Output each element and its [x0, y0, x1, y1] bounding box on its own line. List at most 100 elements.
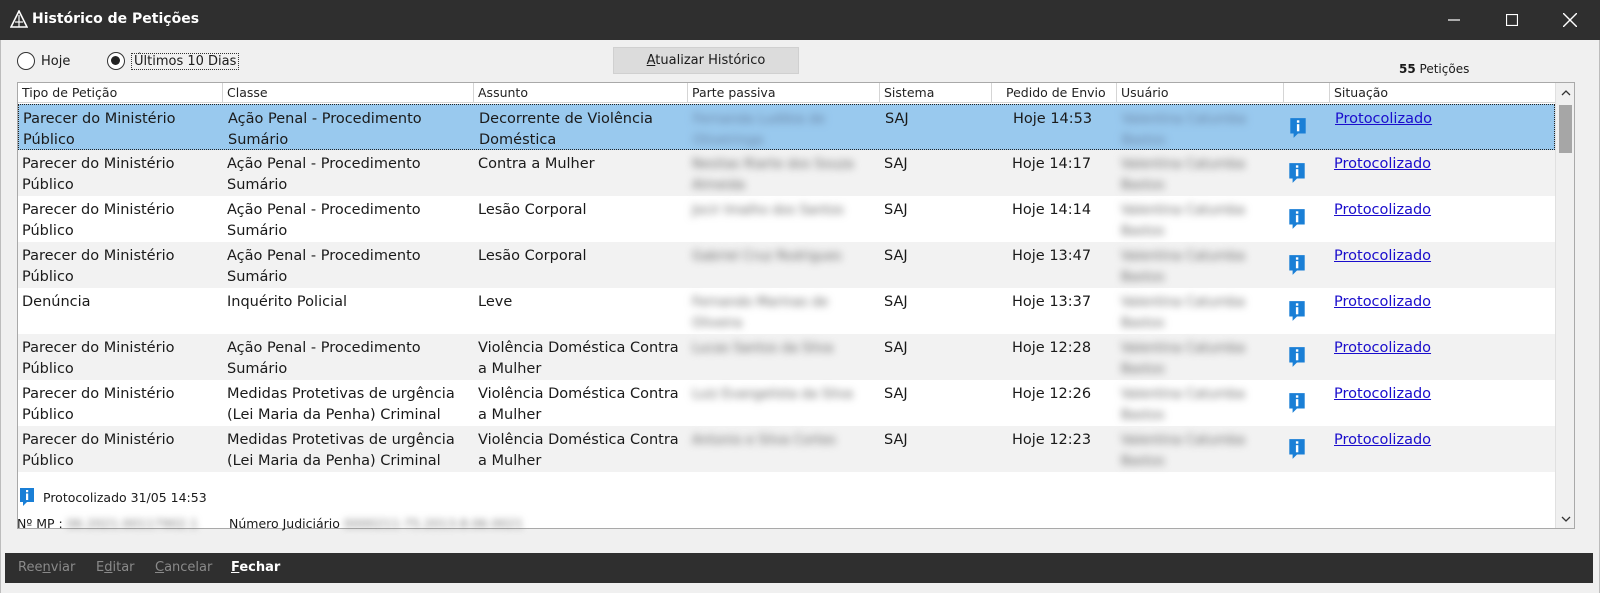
cell-tipo: Parecer do Ministério Público: [22, 432, 175, 469]
reenviar-post: viar: [50, 560, 76, 575]
editar-button[interactable]: Editar: [96, 560, 135, 575]
cell-classe: Ação Penal - Procedimento Sumário: [228, 111, 422, 148]
window-title: Histórico de Petições: [32, 11, 200, 27]
scroll-up-icon[interactable]: [1556, 83, 1574, 102]
fechar-post: echar: [239, 560, 281, 575]
col-assunto[interactable]: Assunto: [474, 83, 688, 103]
cell-tipo: Parecer do Ministério Público: [22, 202, 175, 239]
table-row[interactable]: Parecer do Ministério Público Ação Penal …: [18, 242, 1555, 288]
radio-hoje[interactable]: Hoje: [17, 52, 70, 70]
cell-parte: Fernanda Ludibia de Oliveiringa: [693, 112, 826, 148]
status-link[interactable]: Protocolizado: [1334, 294, 1431, 310]
info-icon[interactable]: [1288, 162, 1306, 184]
info-icon[interactable]: [1288, 392, 1306, 414]
cell-pedido: Hoje 12:26: [1012, 386, 1092, 402]
cell-pedido: Hoje 14:53: [1013, 111, 1093, 127]
table-row[interactable]: Parecer do Ministério Público Ação Penal …: [18, 334, 1555, 380]
status-link[interactable]: Protocolizado: [1334, 340, 1431, 356]
col-parte-passiva[interactable]: Parte passiva: [688, 83, 880, 103]
cell-pedido: Hoje 13:37: [1012, 294, 1092, 310]
cell-situacao[interactable]: Protocolizado: [1330, 154, 1555, 175]
scroll-down-icon[interactable]: [1556, 509, 1574, 528]
radio-ultimos-circle[interactable]: [107, 52, 125, 70]
minimize-icon: [1448, 19, 1460, 21]
status-link[interactable]: Protocolizado: [1334, 432, 1431, 448]
petition-count-number: 55: [1399, 62, 1416, 76]
cell-tipo: Parecer do Ministério Público: [22, 386, 175, 423]
status-link[interactable]: Protocolizado: [1335, 111, 1432, 127]
vertical-scrollbar[interactable]: [1555, 83, 1574, 528]
info-icon[interactable]: [1288, 438, 1306, 460]
cell-usuario: Valentina Catumba Bastos: [1121, 295, 1246, 331]
update-history-button[interactable]: Atualizar Histórico: [613, 47, 799, 74]
status-link[interactable]: Protocolizado: [1334, 156, 1431, 172]
cell-pedido: Hoje 13:47: [1012, 248, 1092, 264]
cell-usuario: Valentina Catumba Bastos: [1121, 157, 1246, 193]
table-row[interactable]: Parecer do Ministério Público Medidas Pro…: [18, 380, 1555, 426]
radio-hoje-circle[interactable]: [17, 52, 35, 70]
cell-tipo: Parecer do Ministério Público: [22, 340, 175, 377]
cell-tipo: Parecer do Ministério Público: [22, 248, 175, 285]
cell-classe: Ação Penal - Procedimento Sumário: [227, 248, 421, 285]
window-client: Hoje Últimos 10 Dias Atualizar Histórico…: [0, 40, 1600, 593]
cell-situacao[interactable]: Protocolizado: [1330, 246, 1555, 267]
cell-assunto: Violência Doméstica Contra a Mulher: [478, 432, 679, 469]
cancelar-button[interactable]: Cancelar: [155, 560, 212, 575]
info-icon[interactable]: [1289, 117, 1307, 139]
minimize-button[interactable]: [1425, 0, 1483, 40]
cell-classe: Ação Penal - Procedimento Sumário: [227, 156, 421, 193]
maximize-button[interactable]: [1483, 0, 1541, 40]
title-bar: Histórico de Petições: [0, 0, 1600, 40]
info-icon[interactable]: [1288, 208, 1306, 230]
info-icon[interactable]: [1288, 300, 1306, 322]
table-row[interactable]: Parecer do Ministério Público Medidas Pro…: [18, 426, 1555, 472]
cell-situacao[interactable]: Protocolizado: [1330, 430, 1555, 451]
cell-parte: Lucas Santos da Silva: [692, 341, 834, 356]
cancelar-post: ancelar: [164, 560, 213, 575]
status-link[interactable]: Protocolizado: [1334, 248, 1431, 264]
action-bar: Reenviar Editar Cancelar Fechar: [5, 553, 1593, 583]
col-usuario[interactable]: Usuário: [1117, 83, 1284, 103]
selected-status: Protocolizado 31/05 14:53: [19, 487, 207, 507]
cell-usuario: Valentina Catumba Bastos: [1121, 387, 1246, 423]
cell-situacao[interactable]: Protocolizado: [1330, 292, 1555, 313]
col-pedido-envio[interactable]: Pedido de Envio: [992, 83, 1117, 103]
judicial-number: Número Judiciário 0000211-75.2013.8.06.00…: [229, 516, 523, 531]
table-row[interactable]: Parecer do Ministério Público Ação Penal …: [18, 196, 1555, 242]
radio-hoje-label: Hoje: [41, 53, 71, 69]
cell-situacao[interactable]: Protocolizado: [1330, 338, 1555, 359]
cell-parte: Luiz Evangelista da Silva: [692, 387, 853, 402]
cell-classe: Inquérito Policial: [227, 294, 348, 310]
table-row[interactable]: Denúncia Inquérito Policial Leve Fernando M…: [18, 288, 1555, 334]
cell-assunto: Violência Doméstica Contra a Mulher: [478, 340, 679, 377]
table-row[interactable]: Parecer do Ministério Público Ação Penal …: [18, 150, 1555, 196]
col-tipo[interactable]: Tipo de Petição: [18, 83, 223, 103]
close-icon: [1563, 13, 1577, 27]
petition-count-label: Petições: [1419, 62, 1470, 76]
cell-situacao[interactable]: Protocolizado: [1331, 109, 1556, 130]
cell-classe: Ação Penal - Procedimento Sumário: [227, 340, 421, 377]
status-link[interactable]: Protocolizado: [1334, 202, 1431, 218]
reenviar-button[interactable]: Reenviar: [18, 560, 75, 575]
cell-parte: Fernando Marinas de Oliveira: [692, 295, 829, 331]
col-classe[interactable]: Classe: [223, 83, 474, 103]
scrollbar-thumb[interactable]: [1559, 105, 1572, 153]
cell-parte: Nesitas Riarte dos Souza Almeida: [692, 157, 854, 193]
table-row[interactable]: Parecer do Ministério Público Ação Penal …: [18, 104, 1555, 150]
col-info[interactable]: [1284, 83, 1330, 103]
cell-assunto: Lesão Corporal: [478, 248, 587, 264]
radio-ultimos-10-dias[interactable]: Últimos 10 Dias: [107, 52, 240, 70]
selected-status-text: Protocolizado 31/05 14:53: [43, 489, 207, 505]
col-sistema[interactable]: Sistema: [880, 83, 992, 103]
info-icon[interactable]: [1288, 254, 1306, 276]
cell-parte: Jocir Imalho dos Santos: [692, 203, 844, 218]
reenviar-pre: Ree: [18, 560, 43, 575]
info-icon[interactable]: [1288, 346, 1306, 368]
close-button[interactable]: [1541, 0, 1599, 40]
status-link[interactable]: Protocolizado: [1334, 386, 1431, 402]
cell-situacao[interactable]: Protocolizado: [1330, 200, 1555, 221]
fechar-button[interactable]: Fechar: [231, 560, 280, 575]
cell-situacao[interactable]: Protocolizado: [1330, 384, 1555, 405]
col-situacao[interactable]: Situação: [1330, 83, 1555, 103]
cell-usuario: Valentina Catumba Bastos: [1121, 249, 1246, 285]
